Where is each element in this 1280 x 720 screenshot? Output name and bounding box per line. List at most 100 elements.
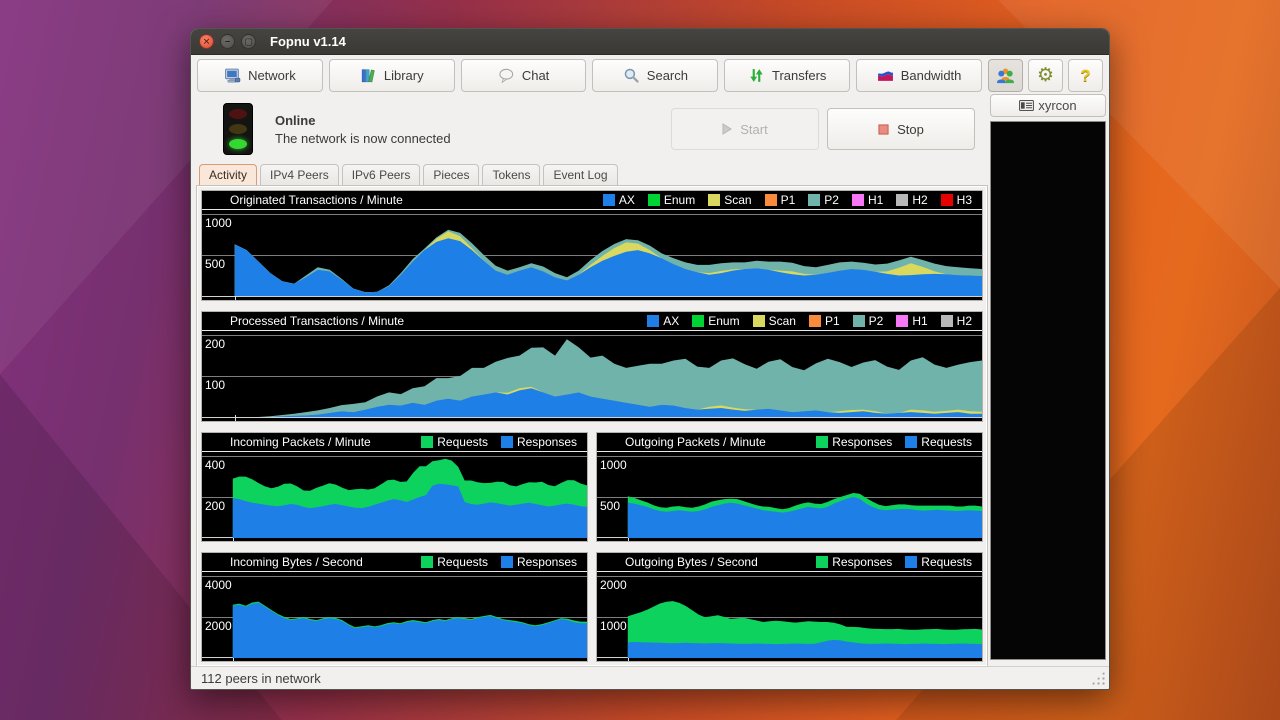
legend-item: Enum <box>692 314 739 328</box>
legend-label: H1 <box>868 193 883 207</box>
library-button[interactable]: Library <box>329 59 455 92</box>
chart-header: Outgoing Packets / MinuteResponsesReques… <box>597 433 982 452</box>
chart-outgoing-packets: Outgoing Packets / MinuteResponsesReques… <box>596 432 983 542</box>
maximize-icon[interactable]: ▢ <box>241 34 256 49</box>
legend-label: H2 <box>912 193 927 207</box>
help-icon: ? <box>1080 67 1090 84</box>
chart-row: Incoming Bytes / SecondRequestsResponses… <box>201 552 983 662</box>
settings-button[interactable]: ⚙ <box>1028 59 1063 92</box>
legend-item: H2 <box>896 193 927 207</box>
legend-item: P2 <box>808 193 839 207</box>
toolbar-icon-buttons: ⚙? <box>988 59 1103 92</box>
xyrcon-button[interactable]: xyrcon <box>990 94 1106 117</box>
legend-swatch <box>905 556 917 568</box>
legend-label: Requests <box>921 555 972 569</box>
chart-header: Incoming Packets / MinuteRequestsRespons… <box>202 433 587 452</box>
legend-swatch <box>808 194 820 206</box>
chart-legend: RequestsResponses <box>421 435 577 449</box>
legend-label: AX <box>619 193 635 207</box>
legend-swatch <box>753 315 765 327</box>
legend-swatch <box>501 556 513 568</box>
legend-swatch <box>816 436 828 448</box>
bandwidth-graph-icon <box>877 67 894 84</box>
legend-swatch <box>905 436 917 448</box>
legend-item: AX <box>647 314 679 328</box>
chart-canvas <box>597 452 982 538</box>
users-button[interactable] <box>988 59 1023 92</box>
chart-header: Originated Transactions / MinuteAXEnumSc… <box>202 191 982 210</box>
tab-pieces[interactable]: Pieces <box>423 164 479 186</box>
legend-item: Enum <box>648 193 695 207</box>
start-button[interactable]: Start <box>671 108 819 150</box>
chart-plot: 1000500 <box>202 210 982 300</box>
chart-outgoing-bytes: Outgoing Bytes / SecondResponsesRequests… <box>596 552 983 662</box>
stop-button[interactable]: Stop <box>827 108 975 150</box>
transfers-button[interactable]: Transfers <box>724 59 850 92</box>
chat-bubble-icon <box>498 67 515 84</box>
toolbar: Network Library Chat SearchTransfers Bandwid… <box>191 55 1109 96</box>
tab-activity[interactable]: Activity <box>199 164 257 186</box>
tab-event-log[interactable]: Event Log <box>543 164 617 186</box>
legend-item: P1 <box>765 193 796 207</box>
legend-swatch <box>421 556 433 568</box>
legend-swatch <box>647 315 659 327</box>
chart-canvas <box>202 452 587 538</box>
legend-swatch <box>941 315 953 327</box>
legend-label: Responses <box>832 555 892 569</box>
stop-square-icon <box>878 124 889 135</box>
chart-plot: 400200 <box>202 452 587 541</box>
chart-canvas <box>597 572 982 658</box>
chart-header: Processed Transactions / MinuteAXEnumSca… <box>202 312 982 331</box>
bandwidth-button[interactable]: Bandwidth <box>856 59 982 92</box>
tab-ipv4-peers[interactable]: IPv4 Peers <box>260 164 339 186</box>
users-icon <box>996 67 1015 84</box>
stop-button-label: Stop <box>897 122 924 137</box>
chart-canvas <box>202 572 587 658</box>
legend-label: Enum <box>664 193 695 207</box>
resize-grip[interactable] <box>1091 671 1105 685</box>
search-button[interactable]: Search <box>592 59 718 92</box>
legend-label: AX <box>663 314 679 328</box>
legend-item: Responses <box>501 555 577 569</box>
right-column: xyrcon <box>987 96 1109 666</box>
left-column: Online The network is now connected Star… <box>197 96 987 666</box>
console-panel <box>990 121 1106 660</box>
legend-label: Requests <box>437 555 488 569</box>
app-window: ✕ − ▢ Fopnu v1.14 NetworkLibraryChatSear… <box>190 28 1110 690</box>
tab-tokens[interactable]: Tokens <box>482 164 540 186</box>
legend-swatch <box>421 436 433 448</box>
help-button[interactable]: ? <box>1068 59 1103 92</box>
legend-item: H3 <box>941 193 972 207</box>
chart-canvas <box>202 331 982 417</box>
chart-plot: 200100 <box>202 331 982 421</box>
chat-button-label: Chat <box>522 68 549 83</box>
main-area: Online The network is now connected Star… <box>191 96 1109 666</box>
network-button[interactable]: Network <box>197 59 323 92</box>
start-button-label: Start <box>740 122 767 137</box>
legend-item: H2 <box>941 314 972 328</box>
chart-originated-transactions: Originated Transactions / MinuteAXEnumSc… <box>201 190 983 301</box>
chat-button[interactable]: Chat <box>461 59 587 92</box>
legend-swatch <box>852 194 864 206</box>
minimize-icon[interactable]: − <box>220 34 235 49</box>
chart-legend: ResponsesRequests <box>816 435 972 449</box>
transfers-arrows-icon <box>748 67 765 84</box>
library-button-label: Library <box>384 68 424 83</box>
legend-label: P1 <box>825 314 840 328</box>
close-icon[interactable]: ✕ <box>199 34 214 49</box>
chart-title: Incoming Packets / Minute <box>230 435 421 449</box>
legend-item: Scan <box>708 193 751 207</box>
chart-title: Processed Transactions / Minute <box>230 314 647 328</box>
tab-ipv6-peers[interactable]: IPv6 Peers <box>342 164 421 186</box>
legend-swatch <box>603 194 615 206</box>
id-card-icon <box>1019 100 1034 111</box>
legend-item: Requests <box>905 555 972 569</box>
peers-count-text: 112 peers in network <box>201 671 321 686</box>
search-icon <box>623 67 640 84</box>
legend-label: Responses <box>517 555 577 569</box>
charts-area: Originated Transactions / MinuteAXEnumSc… <box>197 186 987 666</box>
bandwidth-button-label: Bandwidth <box>901 68 962 83</box>
legend-label: Enum <box>708 314 739 328</box>
legend-label: P1 <box>781 193 796 207</box>
traffic-light-icon <box>223 103 253 155</box>
